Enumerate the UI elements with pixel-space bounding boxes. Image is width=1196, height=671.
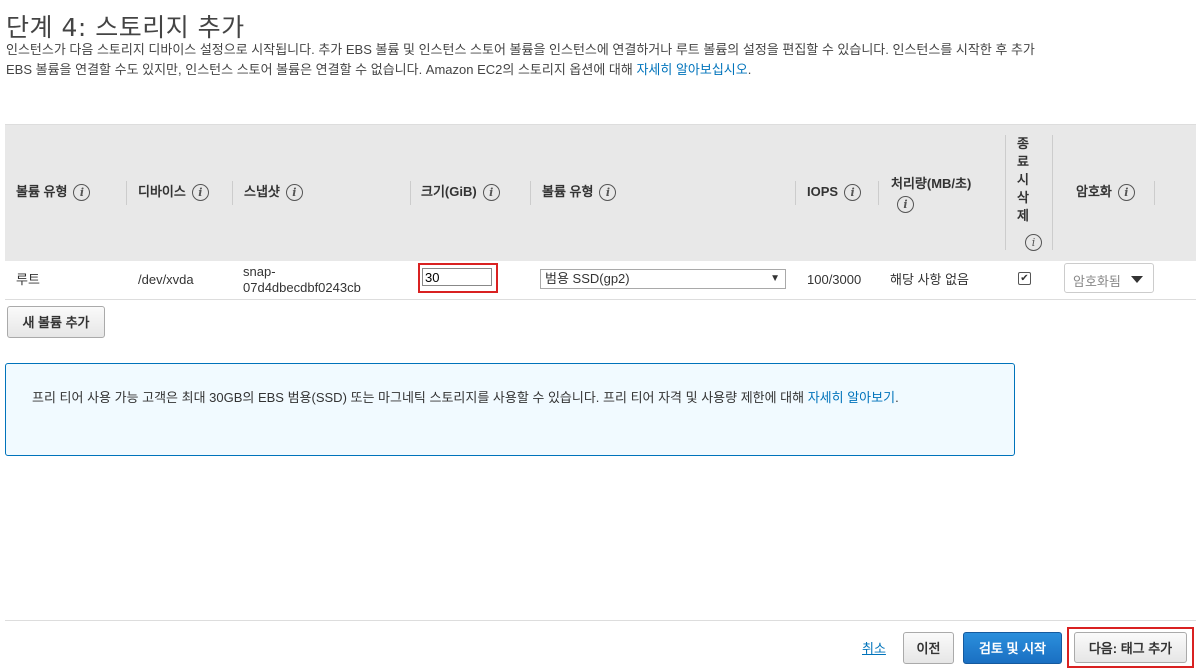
info-icon[interactable]: i (1025, 233, 1042, 251)
info-icon[interactable]: i (897, 196, 914, 214)
intro-text: 인스턴스가 다음 스토리지 디바이스 설정으로 시작됩니다. 추가 EBS 볼륨… (6, 40, 1036, 80)
info-icon[interactable]: i (599, 184, 617, 202)
header-iops: IOPS i (807, 183, 862, 202)
header-volume-type: 볼륨 유형 i (16, 183, 91, 202)
header-divider (126, 181, 127, 205)
encryption-select[interactable]: 암호화됨 (1064, 263, 1154, 293)
info-icon[interactable]: i (285, 184, 303, 202)
info-icon[interactable]: i (844, 184, 862, 202)
cancel-link[interactable]: 취소 (862, 638, 886, 657)
add-volume-button[interactable]: 새 볼륨 추가 (7, 306, 105, 338)
header-delete-info: i (1025, 233, 1042, 251)
header-divider (795, 181, 796, 205)
cell-throughput: 해당 사항 없음 (890, 272, 969, 287)
page-title: 단계 4: 스토리지 추가 (6, 13, 245, 42)
cell-volume-type: 루트 (16, 272, 40, 287)
info-icon[interactable]: i (191, 184, 209, 202)
header-divider (878, 181, 879, 205)
header-divider (1154, 181, 1155, 205)
next-button-highlight: 다음: 태그 추가 (1067, 627, 1194, 668)
header-throughput: 처리량(MB/초) i (891, 176, 972, 214)
table-header: 볼륨 유형 i 디바이스 i 스냅샷 i 크기(GiB) i 볼륨 유형 i IOPS i … (5, 124, 1196, 261)
header-device: 디바이스 i (138, 183, 209, 202)
free-tier-notice: 프리 티어 사용 가능 고객은 최대 30GB의 EBS 범용(SSD) 또는 … (5, 363, 1015, 456)
size-input-highlight (418, 263, 498, 293)
intro-body: 인스턴스가 다음 스토리지 디바이스 설정으로 시작됩니다. 추가 EBS 볼륨… (6, 42, 1035, 77)
storage-table: 볼륨 유형 i 디바이스 i 스냅샷 i 크기(GiB) i 볼륨 유형 i IOPS i … (5, 124, 1196, 300)
cell-device: /dev/xvda (138, 272, 194, 287)
delete-on-termination-checkbox[interactable]: ✔ (1018, 272, 1031, 285)
header-delete-on-termination: 종 료 시 삭 제 (1017, 136, 1029, 223)
table-row: 루트 /dev/xvda snap- 07d4dbecdbf0243cb 범용 … (5, 261, 1196, 300)
learn-more-storage-link[interactable]: 자세히 알아보십시오 (636, 62, 747, 77)
header-divider (530, 181, 531, 205)
header-divider (232, 181, 233, 205)
header-snapshot: 스냅샷 i (244, 183, 303, 202)
cell-snapshot: snap- 07d4dbecdbf0243cb (243, 264, 361, 295)
header-divider (410, 181, 411, 205)
intro-end: . (747, 62, 752, 77)
info-icon[interactable]: i (482, 184, 500, 202)
info-icon[interactable]: i (73, 184, 91, 202)
size-input[interactable] (422, 268, 492, 286)
info-icon[interactable]: i (1117, 184, 1135, 202)
free-tier-learn-more-link[interactable]: 자세히 알아보기 (808, 390, 895, 405)
notice-text: 프리 티어 사용 가능 고객은 최대 30GB의 EBS 범용(SSD) 또는 … (32, 390, 899, 405)
footer-divider (5, 620, 1196, 621)
volume-type-select[interactable]: 범용 SSD(gp2) ▼ (540, 269, 786, 289)
header-size: 크기(GiB) i (421, 183, 500, 202)
cell-iops: 100/3000 (807, 272, 862, 287)
chevron-down-icon (1131, 276, 1143, 283)
previous-button[interactable]: 이전 (903, 632, 954, 664)
header-divider (1052, 135, 1053, 250)
header-encryption: 암호화 i (1076, 183, 1135, 202)
header-divider (1005, 135, 1006, 250)
next-add-tags-button[interactable]: 다음: 태그 추가 (1074, 632, 1187, 663)
review-and-launch-button[interactable]: 검토 및 시작 (963, 632, 1062, 664)
header-volume-kind: 볼륨 유형 i (542, 183, 617, 202)
dropdown-arrow-icon: ▼ (770, 273, 780, 284)
